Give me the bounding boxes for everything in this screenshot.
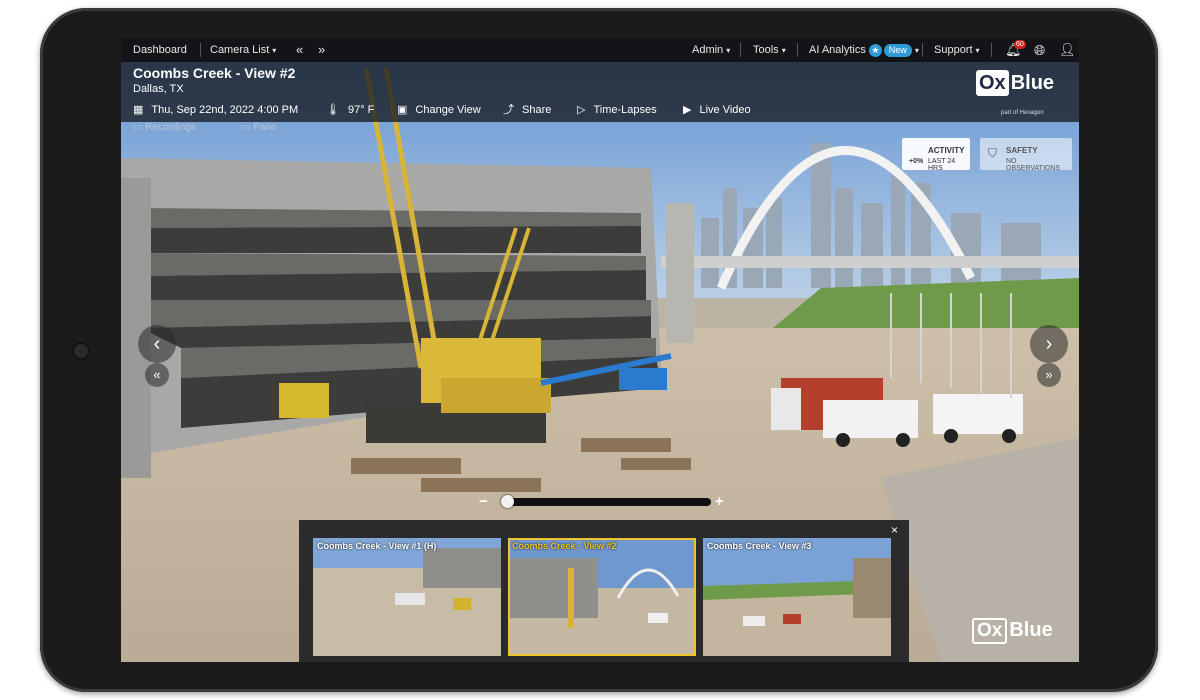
recordings-button[interactable]: ▭ Recordings <box>133 122 196 133</box>
camera-header: Coombs Creek - View #2 Dallas, TX ▦ Thu, … <box>121 62 1079 122</box>
tablet-camera <box>72 342 90 360</box>
chevron-down-icon: ▾ <box>272 46 277 55</box>
pano-label: Pano <box>253 122 277 133</box>
nav-camera-list-label: Camera List <box>210 44 270 56</box>
thumbnail-view-1[interactable]: Coombs Creek - View #1 (H) <box>313 538 501 656</box>
camera-thumbnail-strip: × Coombs Creek - View #1 (H) Coombs Cree… <box>299 520 909 662</box>
double-chevron-left-icon: « <box>153 367 161 382</box>
location-label: Dallas, TX <box>133 83 184 95</box>
user-icon[interactable]: 👤︎ <box>1059 38 1076 62</box>
notification-count-badge: 60 <box>1014 40 1026 49</box>
datetime-label: Thu, Sep 22nd, 2022 4:00 PM <box>151 104 299 116</box>
time-lapses-label: Time-Lapses <box>593 104 657 116</box>
chevron-down-icon: ▾ <box>975 46 980 55</box>
top-nav: Dashboard Camera List ▾ « » Admin ▾ Tools ▾… <box>121 38 1079 62</box>
nav-support[interactable]: Support ▾ <box>934 38 980 62</box>
nav-camera-list[interactable]: Camera List ▾ <box>210 38 276 62</box>
share-button[interactable]: ⤴ Share <box>503 102 551 118</box>
part-of-hexagon-label: part of Hexagon <box>1001 110 1044 116</box>
close-icon[interactable]: × <box>891 523 898 537</box>
previous-day-button[interactable]: « <box>145 363 169 387</box>
new-badge: New <box>883 44 912 57</box>
safety-status: NO OBSERVATIONS <box>1006 158 1061 172</box>
zoom-slider-track[interactable] <box>505 498 711 506</box>
zoom-in-button[interactable]: + <box>715 493 724 510</box>
nav-next-camera[interactable]: » <box>318 38 325 62</box>
chevron-down-icon: ▾ <box>914 46 919 55</box>
chevron-down-icon: ▾ <box>726 46 731 55</box>
thumbnail-view-3[interactable]: Coombs Creek - View #3 <box>703 538 891 656</box>
zoom-out-button[interactable]: − <box>479 493 488 510</box>
share-icon: ⤴ <box>503 104 514 116</box>
recordings-icon: ▭ <box>133 122 146 133</box>
play-circle-icon: ▷ <box>577 104 586 116</box>
globe-icon[interactable]: 🌐︎ <box>1034 38 1045 62</box>
next-day-button[interactable]: » <box>1037 363 1061 387</box>
video-camera-icon: ▶ <box>683 104 692 116</box>
next-image-button[interactable]: › <box>1030 325 1068 363</box>
oxblue-logo: Ox Blue <box>976 70 1054 100</box>
star-icon: ★ <box>868 44 882 57</box>
share-label: Share <box>522 104 552 116</box>
pano-button[interactable]: ▭ Pano <box>241 122 277 133</box>
nav-prev-camera[interactable]: « <box>296 38 303 62</box>
live-video-label: Live Video <box>699 104 751 116</box>
oxblue-watermark: Ox Blue <box>972 618 1053 644</box>
chevron-down-icon: ▾ <box>781 46 786 55</box>
activity-panel[interactable]: ACTIVITY +0% LAST 24 HRS <box>902 138 970 172</box>
thumbnail-label: Coombs Creek - View #2 <box>512 541 617 551</box>
logo-ox: Ox <box>976 70 1009 96</box>
double-chevron-right-icon: » <box>1045 367 1053 382</box>
weather-readout: 🌡︎ 97° F <box>326 102 374 118</box>
logo-blue: Blue <box>1010 72 1055 94</box>
live-video-button[interactable]: ▶ Live Video <box>683 102 751 118</box>
thumbnail-image <box>313 538 501 656</box>
activity-change: +0% <box>909 158 924 165</box>
thermometer-icon: 🌡︎ <box>326 104 340 116</box>
nav-divider <box>200 43 201 57</box>
date-picker[interactable]: ▦ Thu, Sep 22nd, 2022 4:00 PM <box>133 102 298 118</box>
nav-admin-label: Admin <box>692 44 724 56</box>
safety-label: SAFETY <box>1006 146 1038 155</box>
thumbnail-label: Coombs Creek - View #1 (H) <box>317 541 437 551</box>
nav-dashboard[interactable]: Dashboard <box>133 38 187 62</box>
nav-tools[interactable]: Tools ▾ <box>753 38 786 62</box>
panorama-icon: ▭ <box>241 122 254 133</box>
app-screen: Dashboard Camera List ▾ « » Admin ▾ Tools ▾… <box>121 38 1079 662</box>
nav-tools-label: Tools <box>753 44 779 56</box>
nav-divider <box>740 43 741 57</box>
nav-divider <box>991 43 992 57</box>
nav-ai-analytics-label: AI Analytics <box>809 44 866 56</box>
thumbnail-view-2[interactable]: Coombs Creek - View #2 <box>508 538 696 656</box>
calendar-icon: ▦ <box>133 104 144 116</box>
change-view-button[interactable]: ▣ Change View <box>397 102 481 118</box>
chevron-left-icon: ‹ <box>153 333 161 355</box>
change-view-label: Change View <box>415 104 481 116</box>
window-icon: ▣ <box>397 104 408 116</box>
time-lapses-button[interactable]: ▷ Time-Lapses <box>577 102 657 118</box>
shield-icon: ⛉ <box>988 146 998 160</box>
nav-divider <box>922 43 923 57</box>
nav-support-label: Support <box>934 44 973 56</box>
nav-divider <box>797 43 798 57</box>
safety-panel[interactable]: ⛉ SAFETY NO OBSERVATIONS <box>980 138 1072 172</box>
zoom-slider-handle[interactable] <box>501 495 514 508</box>
previous-image-button[interactable]: ‹ <box>138 325 176 363</box>
activity-period: LAST 24 HRS <box>928 158 956 172</box>
page-title: Coombs Creek - View #2 <box>133 65 296 81</box>
thumbnail-image <box>508 538 696 656</box>
recordings-label: Recordings <box>145 122 196 133</box>
chevron-right-icon: › <box>1045 333 1053 355</box>
temperature-label: 97° F <box>347 104 375 116</box>
nav-admin[interactable]: Admin ▾ <box>692 38 730 62</box>
thumbnail-image <box>703 538 891 656</box>
nav-ai-analytics[interactable]: AI Analytics ★ New ▾ <box>809 38 919 62</box>
watermark-blue: Blue <box>1009 619 1053 641</box>
activity-label: ACTIVITY <box>928 146 965 155</box>
thumbnail-label: Coombs Creek - View #3 <box>707 541 812 551</box>
watermark-ox: Ox <box>972 618 1008 644</box>
